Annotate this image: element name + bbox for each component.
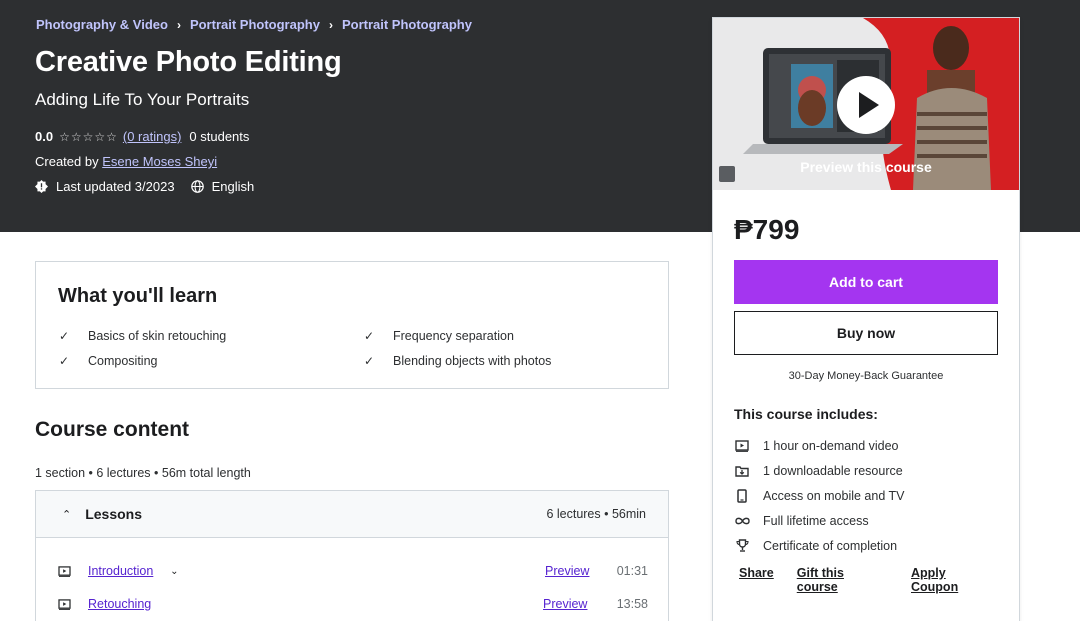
globe-icon xyxy=(190,180,204,193)
include-item-resource: 1 downloadable resource xyxy=(734,458,905,483)
lecture-title-link[interactable]: Retouching xyxy=(88,597,151,611)
course-title: Creative Photo Editing xyxy=(35,46,342,78)
includes-title: This course includes: xyxy=(734,406,878,422)
language: English xyxy=(190,179,255,194)
includes-list: 1 hour on-demand video 1 downloadable re… xyxy=(734,433,905,558)
last-updated: Last updated 3/2023 xyxy=(35,179,175,194)
check-icon: ✓ xyxy=(59,354,70,368)
course-content-summary: 1 section • 6 lectures • 56m total lengt… xyxy=(35,466,251,480)
lecture-row: Introduction ⌄ Preview 01:31 xyxy=(58,560,648,582)
section-info: 6 lectures • 56min xyxy=(546,507,646,521)
money-back-guarantee: 30-Day Money-Back Guarantee xyxy=(788,370,944,382)
learn-item: ✓ Compositing xyxy=(59,354,157,368)
last-updated-text: Last updated 3/2023 xyxy=(56,179,175,194)
course-subtitle: Adding Life To Your Portraits xyxy=(35,90,250,109)
trophy-icon xyxy=(734,538,750,554)
learn-item-text: Blending objects with photos xyxy=(393,354,552,368)
section-header-lessons[interactable]: ⌃ Lessons 6 lectures • 56min xyxy=(35,490,669,538)
video-icon xyxy=(734,438,750,454)
learn-item: ✓ Frequency separation xyxy=(364,329,514,343)
video-icon xyxy=(58,565,72,577)
add-to-cart-button[interactable]: Add to cart xyxy=(734,260,998,304)
chevron-right-icon: › xyxy=(176,17,181,32)
include-item-certificate: Certificate of completion xyxy=(734,533,905,558)
section-name: Lessons xyxy=(85,506,143,522)
check-icon: ✓ xyxy=(364,329,375,343)
preview-caption: Preview this course xyxy=(800,159,932,175)
mobile-icon xyxy=(734,488,750,504)
learn-item: ✓ Blending objects with photos xyxy=(364,354,551,368)
chevron-right-icon: › xyxy=(328,17,333,32)
created-by: Created by Esene Moses Sheyi xyxy=(35,154,217,169)
infinity-icon xyxy=(734,513,750,529)
course-preview-video[interactable]: Preview this course xyxy=(713,18,1019,190)
course-content-title: Course content xyxy=(35,418,190,441)
alert-badge-icon xyxy=(35,180,48,193)
learn-item-text: Compositing xyxy=(88,354,158,368)
check-icon: ✓ xyxy=(364,354,375,368)
purchase-sidebar: Preview this course ₱799 Add to cart Buy… xyxy=(712,17,1020,621)
students-count: 0 students xyxy=(189,129,250,144)
apply-coupon-link[interactable]: Apply Coupon xyxy=(911,566,996,594)
created-by-label: Created by xyxy=(35,154,99,169)
learn-item: ✓ Basics of skin retouching xyxy=(59,329,226,343)
lecture-preview-link[interactable]: Preview xyxy=(545,564,589,578)
sidebar-links: Share Gift this course Apply Coupon xyxy=(739,566,1019,594)
gift-course-link[interactable]: Gift this course xyxy=(797,566,888,594)
instructor-link[interactable]: Esene Moses Sheyi xyxy=(102,154,217,169)
lecture-duration: 01:31 xyxy=(616,564,648,578)
learn-title: What you'll learn xyxy=(58,285,218,307)
buy-now-button[interactable]: Buy now xyxy=(734,311,998,355)
include-item-label: 1 downloadable resource xyxy=(763,463,903,478)
breadcrumb-item-photography-video[interactable]: Photography & Video xyxy=(36,17,168,32)
include-item-label: Full lifetime access xyxy=(763,513,869,528)
breadcrumb-item-portrait-photography[interactable]: Portrait Photography xyxy=(190,17,320,32)
rating-row: 0.0 ☆☆☆☆☆ (0 ratings) 0 students xyxy=(35,129,249,144)
chevron-down-icon[interactable]: ⌄ xyxy=(163,560,185,582)
ratings-link[interactable]: (0 ratings) xyxy=(123,129,182,144)
include-item-label: Certificate of completion xyxy=(763,538,898,553)
lecture-row: Retouching Preview 13:58 xyxy=(58,597,648,611)
include-item-lifetime: Full lifetime access xyxy=(734,508,905,533)
download-file-icon xyxy=(734,463,750,479)
include-item-mobile: Access on mobile and TV xyxy=(734,483,905,508)
breadcrumb-item-portrait-photography-topic[interactable]: Portrait Photography xyxy=(342,17,472,32)
rating-value: 0.0 xyxy=(35,129,54,144)
video-icon xyxy=(58,598,72,610)
learn-item-text: Basics of skin retouching xyxy=(88,329,227,343)
include-item-label: Access on mobile and TV xyxy=(763,488,905,503)
share-link[interactable]: Share xyxy=(739,566,774,594)
learn-item-text: Frequency separation xyxy=(393,329,514,343)
breadcrumb: Photography & Video › Portrait Photograp… xyxy=(36,17,472,32)
what-youll-learn: What you'll learn ✓ Basics of skin retou… xyxy=(35,261,669,389)
lecture-preview-link[interactable]: Preview xyxy=(543,597,587,611)
section-lecture-list: Introduction ⌄ Preview 01:31 Retouching … xyxy=(35,538,669,621)
language-text: English xyxy=(211,179,255,194)
include-item-label: 1 hour on-demand video xyxy=(763,438,899,453)
course-meta: Last updated 3/2023 English xyxy=(35,179,270,194)
chevron-up-icon: ⌃ xyxy=(62,508,72,521)
include-item-video: 1 hour on-demand video xyxy=(734,433,905,458)
star-rating-icon: ☆☆☆☆☆ xyxy=(59,129,118,144)
lecture-title-link[interactable]: Introduction xyxy=(88,564,153,578)
play-button[interactable] xyxy=(837,76,895,134)
check-icon: ✓ xyxy=(59,329,70,343)
course-price: ₱799 xyxy=(734,214,800,245)
lecture-duration: 13:58 xyxy=(616,597,648,611)
